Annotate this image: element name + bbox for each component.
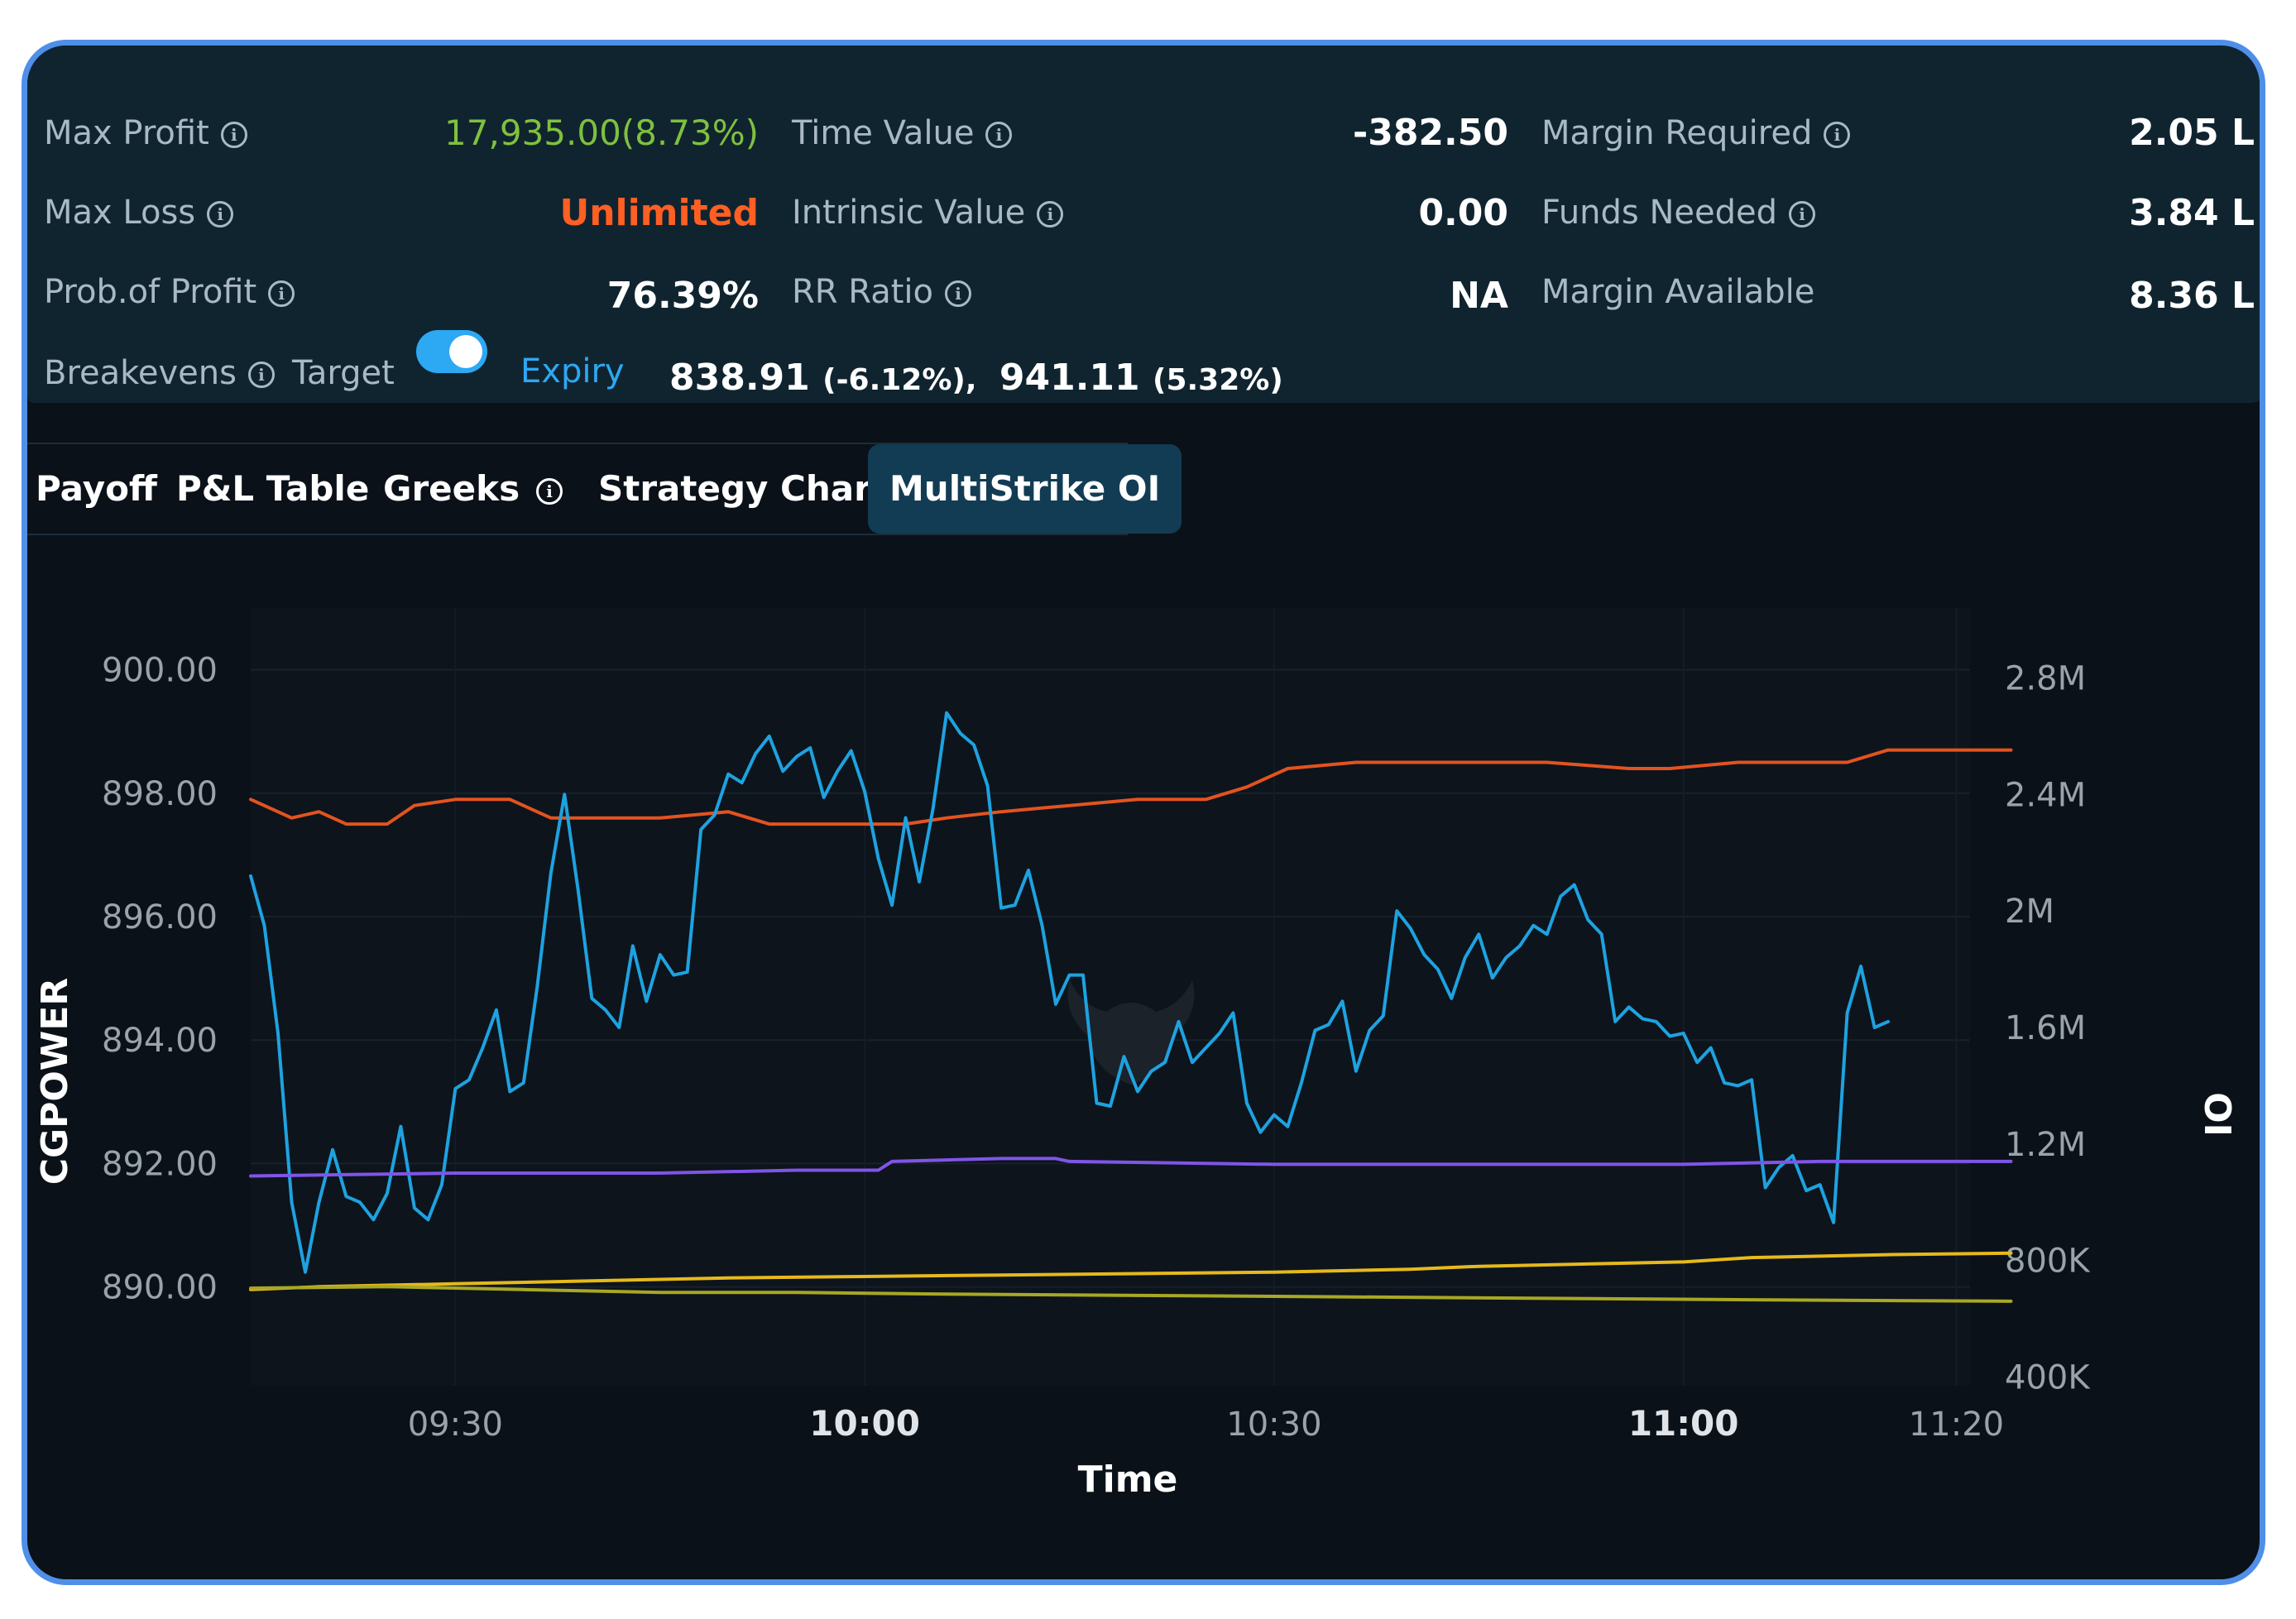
info-icon[interactable]: i	[985, 122, 1013, 148]
right-axis-ticks: 2.8M 2.4M 2M 1.6M 1.2M 800K 400K	[2005, 659, 2091, 1396]
y2-tick-label: 400K	[2005, 1358, 2091, 1396]
target-label: Target	[292, 354, 395, 392]
info-icon[interactable]: i	[1824, 122, 1851, 148]
margin-required-value: 2.05 L	[2129, 112, 2255, 154]
x-tick-label: 10:30	[1226, 1406, 1321, 1444]
prob-profit-value: 76.39%	[606, 275, 759, 317]
info-icon[interactable]: i	[268, 280, 295, 307]
info-icon[interactable]: i	[1037, 201, 1064, 228]
breakeven-values: 838.91 (-6.12%), 941.11 (5.32%)	[669, 357, 1283, 402]
breakeven-1-percent: (-6.12%),	[822, 363, 977, 397]
y2-tick-label: 1.2M	[2005, 1126, 2086, 1164]
y-tick-label: 896.00	[102, 898, 218, 936]
y-axis-label: CGPOWER	[34, 978, 76, 1186]
info-icon[interactable]: i	[220, 122, 247, 148]
time-value-value: -382.50	[1352, 112, 1508, 154]
margin-available-value: 8.36 L	[2129, 275, 2255, 317]
multistrike-oi-chart: 900.00 898.00 896.00 894.00 892.00 890.00 2.8…	[34, 608, 2238, 1501]
x-tick-label: 11:00	[1628, 1403, 1739, 1444]
strategy-summary: Max Profit i 17,935.00(8.73%) Max Loss i U…	[27, 46, 2260, 403]
tab-multistrike-oi[interactable]: MultiStrike OI	[868, 444, 1182, 534]
expiry-label: Expiry	[520, 352, 625, 390]
breakevens-label: Breakevens i	[44, 353, 275, 393]
time-value-label: Time Value i	[792, 113, 1013, 153]
max-profit-value: 17,935.00(8.73%)	[444, 113, 759, 153]
funds-needed-label: Funds Needed i	[1541, 193, 1815, 232]
info-icon[interactable]: i	[1789, 201, 1815, 228]
toggle-knob	[449, 335, 482, 368]
y2-tick-label: 800K	[2005, 1243, 2091, 1281]
chart-tabs: Payoff P&L Table Greeks i Strategy Charts…	[27, 443, 1182, 535]
x-tick-label: 09:30	[408, 1406, 503, 1444]
max-profit-label: Max Profit i	[44, 113, 247, 153]
info-icon[interactable]: i	[207, 201, 234, 228]
y2-tick-label: 2.4M	[2005, 776, 2086, 814]
y-tick-label: 892.00	[102, 1145, 218, 1183]
rr-ratio-value: NA	[1450, 275, 1508, 317]
x-axis-ticks: 09:30 10:00 10:30 11:00 11:20	[408, 1403, 2004, 1444]
x-axis-label: Time	[1078, 1459, 1178, 1501]
info-icon[interactable]: i	[247, 362, 275, 388]
target-expiry-toggle[interactable]	[416, 330, 487, 373]
y2-axis-label: OI	[2196, 1092, 2238, 1137]
info-icon[interactable]: i	[945, 280, 971, 307]
tab-strategy-charts[interactable]: Strategy Charts	[598, 444, 908, 534]
y-tick-label: 900.00	[102, 652, 218, 690]
tab-greeks[interactable]: Greeks i	[383, 444, 563, 534]
max-loss-value: Unlimited	[559, 192, 759, 234]
breakeven-2-value: 941.11	[999, 357, 1140, 399]
breakeven-2-percent: (5.32%)	[1153, 363, 1283, 397]
rr-ratio-label: RR Ratio i	[792, 272, 971, 312]
intrinsic-value-value: 0.00	[1418, 192, 1508, 234]
strategy-panel: Max Profit i 17,935.00(8.73%) Max Loss i U…	[22, 40, 2265, 1585]
x-tick-label: 11:20	[1909, 1406, 2004, 1444]
prob-profit-label: Prob.of Profit i	[44, 272, 295, 312]
max-loss-label: Max Loss i	[44, 193, 234, 232]
y2-tick-label: 2.8M	[2005, 659, 2086, 697]
chart-grid	[251, 608, 1970, 1386]
margin-available-label: Margin Available	[1541, 273, 1815, 311]
y-tick-label: 898.00	[102, 775, 218, 813]
breakeven-1-value: 838.91	[669, 357, 810, 399]
left-axis-ticks: 900.00 898.00 896.00 894.00 892.00 890.00	[102, 652, 218, 1307]
tab-payoff[interactable]: Payoff	[36, 444, 157, 534]
y2-tick-label: 2M	[2005, 893, 2054, 931]
funds-needed-value: 3.84 L	[2129, 192, 2255, 234]
margin-required-label: Margin Required i	[1541, 113, 1851, 153]
info-icon[interactable]: i	[536, 477, 563, 505]
tab-pl-table[interactable]: P&L Table	[176, 444, 369, 534]
plot-area	[251, 608, 1970, 1386]
y-tick-label: 890.00	[102, 1269, 218, 1307]
y-tick-label: 894.00	[102, 1022, 218, 1060]
x-tick-label: 10:00	[809, 1403, 920, 1444]
y2-tick-label: 1.6M	[2005, 1009, 2086, 1047]
intrinsic-value-label: Intrinsic Value i	[792, 193, 1064, 232]
